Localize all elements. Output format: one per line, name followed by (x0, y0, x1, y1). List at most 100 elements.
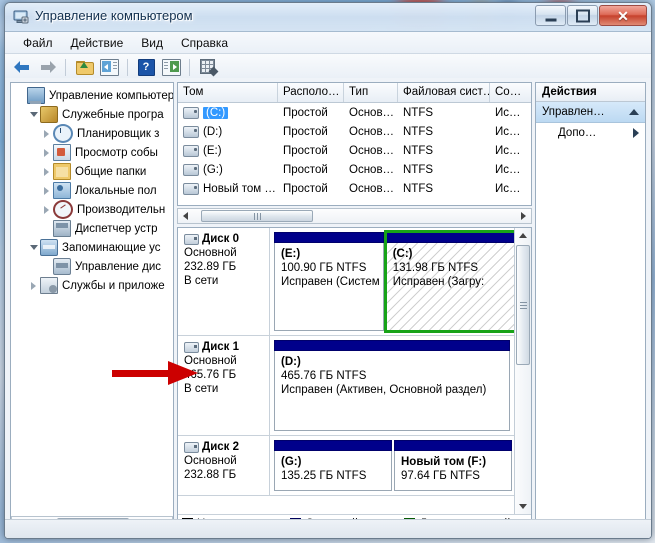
volume-name-label: (E:) (203, 144, 222, 157)
hard-disk-icon (184, 441, 199, 453)
volume-list-horizontal-scrollbar[interactable] (177, 208, 532, 224)
partition-block[interactable]: (D:) 465.76 ГБ NTFS Исправен (Активен, Осн… (274, 340, 510, 431)
menu-action[interactable]: Действие (63, 34, 132, 52)
tree-item-0[interactable]: Управление компьютер (14, 86, 173, 105)
toolbar-separator (127, 58, 128, 76)
partition-size: 97.64 ГБ NTFS (401, 470, 480, 482)
close-button[interactable]: ✕ (599, 5, 647, 26)
expand-caret-icon[interactable] (40, 129, 53, 138)
tree-item-label: Планировщик з (77, 127, 160, 140)
scroll-up-arrow[interactable] (515, 228, 531, 243)
up-one-level-button[interactable] (73, 57, 95, 78)
disk-row[interactable]: Диск 0 Основной 232.89 ГБ В сети (E:) 100.90 … (178, 228, 514, 336)
disk-partitions: (E:) 100.90 ГБ NTFS Исправен (Систем (C:) 13… (270, 228, 514, 335)
show-console-tree-button[interactable] (98, 57, 120, 78)
menu-file[interactable]: Файл (15, 34, 61, 52)
help-button[interactable]: ? (135, 57, 157, 78)
disk-view-vertical-scrollbar[interactable] (514, 228, 531, 514)
tree-item-9[interactable]: Управление дис (14, 257, 173, 276)
disk-info[interactable]: Диск 1 Основной 465.76 ГБ В сети (178, 336, 270, 435)
tree-item-3[interactable]: Просмотр собы (14, 143, 173, 162)
tree-item-label: Служебные програ (62, 108, 164, 121)
back-arrow-icon (13, 60, 31, 74)
disk-info[interactable]: Диск 0 Основной 232.89 ГБ В сети (178, 228, 270, 335)
volume-type-cell: Основ… (349, 106, 395, 119)
tree-item-10[interactable]: Службы и приложе (14, 276, 173, 295)
disk-name-label: Диск 2 (202, 441, 240, 453)
disk-size-label: 232.89 ГБ (184, 261, 237, 273)
volume-column-header-1[interactable]: Располо… (278, 83, 344, 102)
volume-filesystem-cell: NTFS (403, 144, 434, 157)
tree-item-2[interactable]: Планировщик з (14, 124, 173, 143)
expand-caret-icon[interactable] (40, 167, 53, 176)
tree-item-label: Службы и приложе (62, 279, 165, 292)
disk-state-label: В сети (184, 383, 219, 395)
menu-bar: Файл Действие Вид Справка (5, 32, 651, 54)
scroll-down-arrow[interactable] (515, 499, 531, 514)
shared-folders-icon (53, 163, 71, 180)
tree-item-5[interactable]: Локальные пол (14, 181, 173, 200)
show-action-pane-button[interactable] (160, 57, 182, 78)
volume-name-label: Новый том … (203, 182, 276, 195)
disk-management-pane: Том Располо… Тип Файловая сист… Со… (C:) Прос… (177, 82, 532, 533)
disk-list: Диск 0 Основной 232.89 ГБ В сети (E:) 100.90 … (178, 228, 514, 514)
expand-caret-icon[interactable] (40, 186, 53, 195)
volume-column-header-0[interactable]: Том (178, 83, 278, 102)
scroll-thumb[interactable] (516, 245, 530, 365)
actions-item-more[interactable]: Допо… (536, 123, 645, 143)
scroll-thumb[interactable] (201, 210, 313, 222)
expand-caret-icon[interactable] (40, 205, 53, 214)
tree-item-1[interactable]: Служебные програ (14, 105, 173, 124)
forward-button[interactable] (36, 57, 58, 78)
scroll-left-arrow[interactable] (178, 209, 193, 223)
volume-row[interactable]: (C:) Простой Основ… NTFS Ис… (178, 103, 531, 122)
volume-row[interactable]: Новый том … Простой Основ… NTFS Ис… (178, 179, 531, 198)
disk-title: Диск 2 (184, 441, 265, 453)
expand-caret-icon[interactable] (27, 281, 40, 290)
partition-block[interactable]: (G:) 135.25 ГБ NTFS (274, 440, 392, 491)
tree-item-4[interactable]: Общие папки (14, 162, 173, 181)
scroll-right-arrow[interactable] (516, 209, 531, 223)
volume-column-header-3[interactable]: Файловая сист… (398, 83, 490, 102)
actions-group-disk-management[interactable]: Управлен… (536, 102, 645, 123)
volume-filesystem-cell: NTFS (403, 125, 434, 138)
tree-item-8[interactable]: Запоминающие ус (14, 238, 173, 257)
device-manager-icon (53, 220, 71, 237)
volume-row[interactable]: (G:) Простой Основ… NTFS Ис… (178, 160, 531, 179)
properties-button[interactable] (197, 57, 219, 78)
tree-item-6[interactable]: Производительн (14, 200, 173, 219)
volume-row[interactable]: (E:) Простой Основ… NTFS Ис… (178, 141, 531, 160)
volume-column-header-2[interactable]: Тип (344, 83, 398, 102)
volume-status-cell: Ис… (495, 106, 521, 119)
collapse-caret-icon[interactable] (27, 112, 40, 117)
partition-block[interactable]: (C:) 131.98 ГБ NTFS Исправен (Загру: (383, 230, 514, 333)
disk-row[interactable]: Диск 1 Основной 465.76 ГБ В сети (D:) 465.76 … (178, 336, 514, 436)
minimize-button[interactable] (535, 5, 566, 26)
disk-row[interactable]: Диск 2 Основной 232.88 ГБ (G:) 135.25 ГБ NTF… (178, 436, 514, 496)
volume-column-header-4[interactable]: Со… (490, 83, 524, 102)
toolbar-separator (65, 58, 66, 76)
actions-header: Действия (536, 83, 645, 102)
maximize-button[interactable] (567, 5, 598, 26)
disk-kind-label: Основной (184, 355, 237, 367)
scroll-track[interactable] (193, 210, 516, 222)
menu-view[interactable]: Вид (133, 34, 171, 52)
disk-info[interactable]: Диск 2 Основной 232.88 ГБ (178, 436, 270, 495)
collapse-caret-icon (629, 109, 639, 115)
volume-icon (183, 144, 199, 157)
tree-item-7[interactable]: Диспетчер устр (14, 219, 173, 238)
submenu-caret-icon (633, 128, 639, 138)
volume-row[interactable]: (D:) Простой Основ… NTFS Ис… (178, 122, 531, 141)
disk-partitions: (D:) 465.76 ГБ NTFS Исправен (Активен, Осн… (270, 336, 514, 435)
back-button[interactable] (11, 57, 33, 78)
menu-help[interactable]: Справка (173, 34, 236, 52)
services-icon (40, 277, 58, 294)
collapse-caret-icon[interactable] (27, 245, 40, 250)
volume-icon (183, 125, 199, 138)
partition-block[interactable]: Новый том (F:) 97.64 ГБ NTFS (394, 440, 512, 491)
volume-name-label: (C:) (203, 106, 229, 119)
partition-details: (C:) 131.98 ГБ NTFS Исправен (Загру: (385, 243, 514, 331)
volume-name-label: (D:) (203, 125, 223, 138)
partition-block[interactable]: (E:) 100.90 ГБ NTFS Исправен (Систем (274, 232, 384, 331)
expand-caret-icon[interactable] (40, 148, 53, 157)
